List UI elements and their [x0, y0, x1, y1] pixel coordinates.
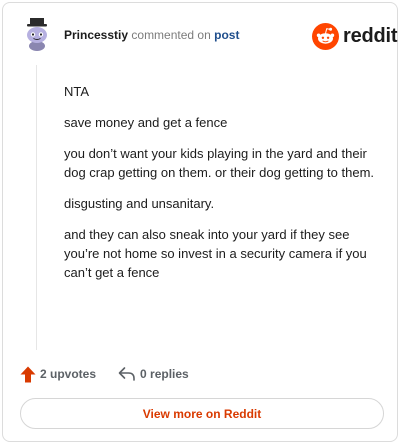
replies-button[interactable]: 0 replies	[118, 366, 189, 382]
view-more-button[interactable]: View more on Reddit	[20, 398, 384, 429]
reply-arrow-icon	[118, 367, 135, 381]
comment-body: NTA save money and get a fence you don’t…	[64, 82, 382, 294]
username-link[interactable]: Princesstiy	[64, 28, 128, 42]
comment-paragraph: NTA	[64, 84, 90, 99]
user-avatar[interactable]	[20, 17, 54, 51]
comment-embed-card: Princesstiy commented on post reddit NTA…	[2, 2, 398, 442]
view-more-label: View more on Reddit	[142, 406, 262, 421]
comment-paragraph: save money and get a fence	[64, 115, 228, 130]
upvote-button[interactable]: 2 upvotes	[20, 366, 96, 383]
reply-count: 0 replies	[140, 367, 189, 381]
comment-paragraph: disgusting and unsanitary.	[64, 196, 215, 211]
post-link[interactable]: post	[214, 28, 239, 42]
reddit-snoo-logo-icon	[312, 22, 339, 50]
reddit-wordmark: reddit	[343, 24, 398, 47]
comment-paragraph: you don’t want your kids playing in the …	[64, 146, 375, 180]
upvote-arrow-icon	[20, 366, 36, 382]
comment-actions: 2 upvotes 0 replies	[20, 364, 189, 384]
comment-paragraph: and they can also sneak into your yard i…	[64, 227, 367, 280]
thread-line	[36, 65, 37, 350]
snoo-avatar-icon	[27, 18, 47, 51]
comment-header: Princesstiy commented on post	[64, 28, 239, 42]
reddit-brand[interactable]: reddit	[312, 22, 398, 50]
upvote-count: 2 upvotes	[40, 367, 97, 381]
commented-on-text: commented on	[131, 28, 211, 42]
